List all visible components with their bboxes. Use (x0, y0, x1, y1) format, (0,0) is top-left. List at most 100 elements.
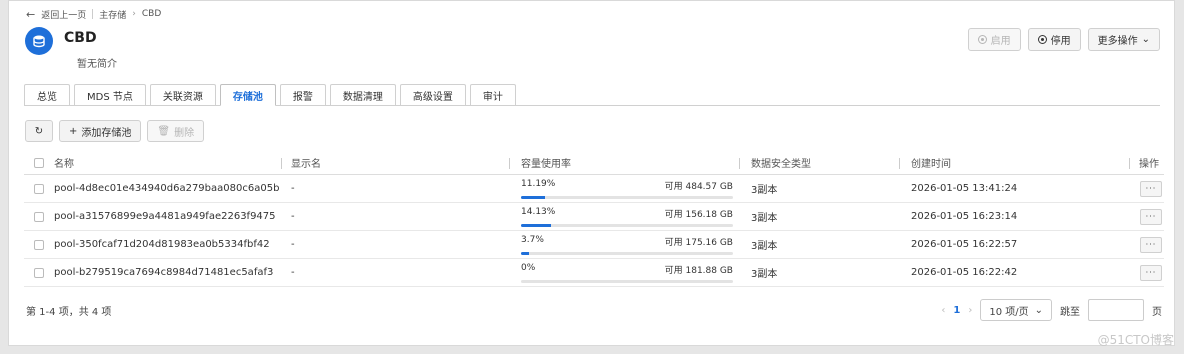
col-actions: 操作 (1139, 159, 1159, 170)
page-title: CBD (64, 30, 97, 46)
enable-label: 启用 (990, 36, 1011, 47)
row-checkbox[interactable] (34, 175, 44, 202)
tab-advanced-settings[interactable]: 高级设置 (399, 84, 466, 106)
usage-percent: 14.13% (521, 207, 556, 217)
tab-bar: 总览 MDS 节点 关联资源 存储池 报警 数据清理 高级设置 审计 (24, 84, 516, 106)
table-row[interactable]: pool-4d8ec01e434940d6a279baa080c6a05b - … (24, 175, 1164, 203)
arrow-left-icon[interactable]: ← (26, 8, 35, 21)
ellipsis-icon: ··· (1140, 180, 1162, 197)
table-row[interactable]: pool-b279519ca7694c8984d71481ec5afaf3 - … (24, 259, 1164, 287)
row-more-button[interactable]: ··· (1140, 231, 1162, 258)
row-checkbox[interactable] (34, 203, 44, 230)
col-name: 名称 (54, 159, 74, 170)
select-all-checkbox[interactable] (34, 151, 44, 174)
column-divider (281, 158, 282, 169)
pool-name[interactable]: pool-350fcaf71d204d81983ea0b5334fbf42 (54, 231, 270, 258)
usage-bar-fill (521, 196, 545, 199)
tab-storage-pools[interactable]: 存储池 (219, 84, 276, 106)
ellipsis-icon: ··· (1140, 264, 1162, 281)
header-actions: 启用 停用 更多操作 ⌄ (967, 28, 1160, 51)
pagination: ‹ 1 › 10 项/页 ⌄ 跳至 页 (941, 299, 1162, 321)
page-size-select[interactable]: 10 项/页 ⌄ (980, 299, 1052, 321)
back-link[interactable]: 返回上一页 (41, 8, 86, 21)
goto-label: 跳至 (1060, 306, 1080, 318)
tab-audit[interactable]: 审计 (469, 84, 516, 106)
usage-meter: 11.19% 可用 484.57 GB (521, 179, 733, 199)
tab-overview[interactable]: 总览 (24, 84, 70, 106)
safety-type: 3副本 (751, 213, 778, 224)
safety-type: 3副本 (751, 185, 778, 196)
page-header: CBD 暂无简介 (25, 27, 117, 70)
available-capacity: 可用 156.18 GB (664, 210, 733, 220)
main-panel: ← 返回上一页 主存储 › CBD CBD 暂无简介 启用 停用 更多操作 ⌄ (8, 0, 1175, 346)
enable-button[interactable]: 启用 (967, 28, 1021, 51)
disable-label: 停用 (1050, 36, 1071, 47)
col-display-name: 显示名 (291, 159, 321, 170)
usage-bar-fill (521, 224, 551, 227)
display-name: - (291, 267, 295, 278)
refresh-button[interactable]: ↻ (25, 120, 53, 142)
usage-percent: 0% (521, 263, 536, 273)
created-time: 2026-01-05 16:23:14 (911, 211, 1018, 222)
column-divider (739, 158, 740, 169)
tab-related-resources[interactable]: 关联资源 (149, 84, 216, 106)
chevron-right-icon[interactable]: › (968, 305, 972, 316)
add-pool-button[interactable]: + 添加存储池 (59, 120, 142, 142)
add-pool-label: 添加存储池 (81, 127, 132, 139)
available-capacity: 可用 484.57 GB (664, 182, 733, 192)
row-checkbox[interactable] (34, 259, 44, 286)
delete-label: 删除 (174, 127, 195, 139)
safety-type: 3副本 (751, 241, 778, 252)
breadcrumb: ← 返回上一页 主存储 › CBD (26, 7, 161, 21)
breadcrumb-parent[interactable]: 主存储 (99, 8, 126, 21)
display-name: - (291, 211, 295, 222)
row-checkbox[interactable] (34, 231, 44, 258)
chevron-right-icon: › (132, 9, 136, 19)
chevron-down-icon: ⌄ (1141, 34, 1150, 45)
play-circle-icon (977, 35, 987, 44)
pool-name[interactable]: pool-a31576899e9a4481a949fae2263f9475 (54, 203, 276, 230)
pool-table: 名称 显示名 容量使用率 数据安全类型 创建时间 操作 pool-4d8ec01… (24, 151, 1164, 287)
safety-type: 3副本 (751, 269, 778, 280)
page-size-value: 10 项/页 (989, 306, 1029, 318)
tab-mds-nodes[interactable]: MDS 节点 (74, 84, 146, 106)
created-time: 2026-01-05 13:41:24 (911, 183, 1018, 194)
trash-icon: 🗑 (157, 125, 171, 137)
breadcrumb-current: CBD (141, 9, 162, 19)
row-more-button[interactable]: ··· (1140, 203, 1162, 230)
disable-button[interactable]: 停用 (1027, 28, 1081, 51)
toolbar: ↻ + 添加存储池 🗑 删除 (25, 120, 205, 142)
delete-button[interactable]: 🗑 删除 (147, 120, 205, 142)
table-row[interactable]: pool-350fcaf71d204d81983ea0b5334fbf42 - … (24, 231, 1164, 259)
pool-name[interactable]: pool-4d8ec01e434940d6a279baa080c6a05b (54, 175, 279, 202)
tab-alerts[interactable]: 报警 (279, 84, 326, 106)
goto-page-input[interactable] (1088, 299, 1144, 321)
col-usage: 容量使用率 (521, 159, 571, 170)
row-more-button[interactable]: ··· (1140, 259, 1162, 286)
available-capacity: 可用 175.16 GB (664, 238, 733, 248)
page-unit-label: 页 (1152, 306, 1162, 318)
display-name: - (291, 239, 295, 250)
display-name: - (291, 183, 295, 194)
usage-bar-fill (521, 252, 529, 255)
column-divider (509, 158, 510, 169)
breadcrumb-divider (92, 9, 94, 19)
chevron-left-icon[interactable]: ‹ (941, 305, 945, 316)
pool-name[interactable]: pool-b279519ca7694c8984d71481ec5afaf3 (54, 259, 273, 286)
tab-data-cleanup[interactable]: 数据清理 (329, 84, 396, 106)
page-number[interactable]: 1 (953, 305, 960, 316)
table-header: 名称 显示名 容量使用率 数据安全类型 创建时间 操作 (24, 151, 1164, 175)
more-actions-label: 更多操作 (1097, 36, 1138, 47)
ellipsis-icon: ··· (1140, 208, 1162, 225)
col-created-time: 创建时间 (911, 159, 951, 170)
col-safety-type: 数据安全类型 (751, 159, 811, 170)
table-row[interactable]: pool-a31576899e9a4481a949fae2263f9475 - … (24, 203, 1164, 231)
tab-divider (24, 105, 1160, 106)
usage-meter: 0% 可用 181.88 GB (521, 263, 733, 283)
available-capacity: 可用 181.88 GB (664, 266, 733, 276)
usage-percent: 11.19% (521, 179, 556, 189)
usage-meter: 14.13% 可用 156.18 GB (521, 207, 733, 227)
more-actions-button[interactable]: 更多操作 ⌄ (1087, 28, 1160, 51)
storage-icon (25, 27, 53, 55)
row-more-button[interactable]: ··· (1140, 175, 1162, 202)
